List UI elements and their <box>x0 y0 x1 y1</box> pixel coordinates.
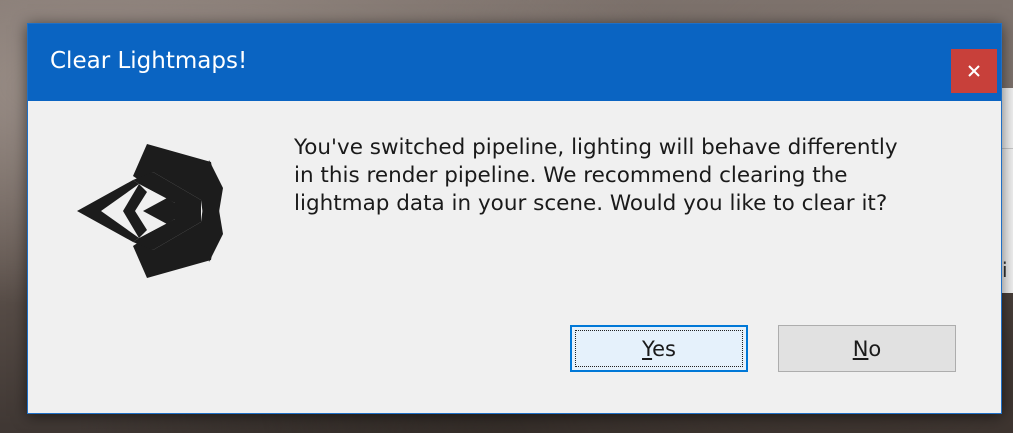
yes-label-rest: es <box>652 336 676 361</box>
clear-lightmaps-dialog: Clear Lightmaps! You've switched pipelin… <box>27 23 1002 414</box>
close-x-icon <box>968 65 980 77</box>
yes-button-label: Yes <box>642 337 676 361</box>
dialog-message: You've switched pipeline, lighting will … <box>294 134 984 218</box>
message-line: in this render pipeline. We recommend cl… <box>294 163 848 188</box>
message-line: You've switched pipeline, lighting will … <box>294 135 898 160</box>
message-line: lightmap data in your scene. Would you l… <box>294 191 888 216</box>
no-button-label: No <box>853 337 882 361</box>
dialog-titlebar[interactable]: Clear Lightmaps! <box>28 24 1001 101</box>
close-button[interactable] <box>951 49 997 93</box>
yes-mnemonic: Y <box>642 336 653 361</box>
dialog-title: Clear Lightmaps! <box>50 48 248 74</box>
no-button[interactable]: No <box>778 325 956 372</box>
background-window-glyph: i <box>1002 258 1008 282</box>
no-label-rest: o <box>868 336 882 361</box>
no-mnemonic: N <box>852 336 869 361</box>
yes-button[interactable]: Yes <box>570 325 748 372</box>
unity-logo-icon <box>77 144 223 278</box>
